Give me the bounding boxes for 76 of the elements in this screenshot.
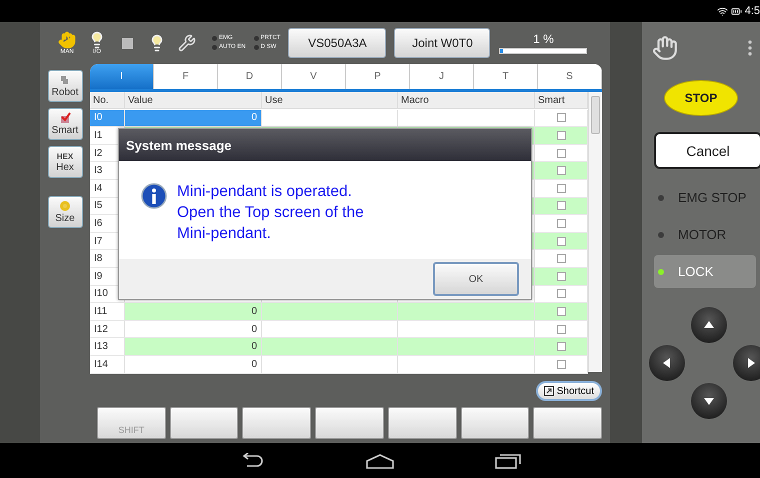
scrollbar[interactable] — [588, 92, 602, 372]
triangle-down-icon — [703, 395, 715, 407]
checkbox[interactable] — [556, 130, 566, 140]
clock: 4:5 — [744, 5, 760, 17]
hand-icon[interactable] — [652, 35, 678, 61]
arrow-button[interactable] — [691, 307, 727, 343]
checkbox[interactable] — [556, 148, 566, 158]
triangle-up-icon — [703, 319, 715, 331]
table-cell: 0 — [125, 303, 262, 321]
row-number[interactable]: I13 — [90, 338, 125, 356]
lamp-label: LOCK — [678, 264, 714, 279]
row-number[interactable]: I12 — [90, 320, 125, 338]
side-button[interactable]: HEX Hex — [48, 146, 82, 178]
dialog-message: Mini-pendant is operated. Open the Top screen of the Mini-pendant. — [177, 182, 365, 244]
table-cell: 0 — [125, 110, 262, 128]
dialog-title: System message — [119, 129, 531, 161]
column-header: Value — [125, 92, 262, 109]
row-number[interactable]: I11 — [90, 303, 125, 321]
checkbox[interactable] — [556, 113, 566, 122]
checkbox-icon — [59, 112, 71, 124]
lamp-label: MOTOR — [678, 227, 726, 242]
home-icon[interactable] — [365, 452, 395, 468]
ok-button[interactable]: OK — [433, 262, 519, 296]
square-icon — [122, 38, 132, 48]
checkbox[interactable] — [556, 306, 566, 316]
checkbox[interactable] — [556, 218, 566, 228]
table-cell: 0 — [125, 338, 262, 356]
recent-apps-icon[interactable] — [495, 452, 521, 468]
tab[interactable]: I — [90, 64, 154, 89]
checkbox[interactable] — [556, 342, 566, 352]
checkbox[interactable] — [556, 201, 566, 210]
checkbox[interactable] — [556, 289, 566, 298]
function-key[interactable] — [170, 407, 238, 439]
function-key[interactable] — [533, 407, 602, 439]
shortcut-button[interactable]: Shortcut — [536, 381, 602, 401]
speed-reading: 1 % — [533, 32, 554, 46]
checkbox[interactable] — [556, 324, 566, 334]
table-cell: 0 — [125, 356, 262, 374]
triangle-right-icon — [745, 357, 757, 369]
wifi-icon — [716, 6, 728, 16]
battery-icon — [730, 6, 742, 16]
table-cell: 0 — [125, 320, 262, 338]
function-key[interactable] — [460, 407, 530, 439]
column-header: Use — [262, 92, 398, 109]
side-button[interactable]: Smart — [48, 108, 82, 140]
checkbox[interactable] — [556, 272, 566, 281]
arrow-button[interactable] — [649, 345, 685, 381]
triangle-left-icon — [661, 357, 673, 369]
checkbox[interactable] — [556, 360, 566, 369]
wrench-icon — [178, 34, 196, 52]
column-header: Macro — [398, 92, 535, 109]
checkbox[interactable] — [556, 184, 566, 193]
arrow-button[interactable] — [733, 345, 760, 381]
row-number[interactable]: I14 — [90, 356, 125, 374]
side-button[interactable]: Size — [48, 196, 82, 228]
model-button[interactable]: VS050A3A — [288, 28, 386, 58]
checkbox[interactable] — [556, 236, 566, 246]
lamp-label: EMG STOP — [678, 190, 746, 205]
hex-label: HEX — [56, 152, 74, 160]
hand-icon — [58, 30, 76, 48]
robot-arm-icon — [59, 74, 71, 86]
arrow-box-icon — [544, 386, 554, 396]
checkbox[interactable] — [556, 254, 566, 264]
function-key[interactable] — [242, 407, 312, 439]
function-key[interactable] — [315, 407, 384, 439]
gear-icon — [59, 200, 71, 212]
checkbox[interactable] — [556, 166, 566, 176]
column-header: Smart — [535, 92, 588, 109]
cancel-button[interactable]: Cancel — [654, 132, 760, 169]
side-button[interactable]: Robot — [48, 70, 82, 102]
arrow-button[interactable] — [691, 383, 727, 419]
info-icon — [141, 183, 167, 209]
mode-button[interactable]: Joint W0T0 — [394, 28, 490, 58]
stop-button[interactable]: STOP — [664, 80, 738, 116]
function-key[interactable] — [388, 407, 457, 439]
column-header: No. — [90, 92, 125, 109]
